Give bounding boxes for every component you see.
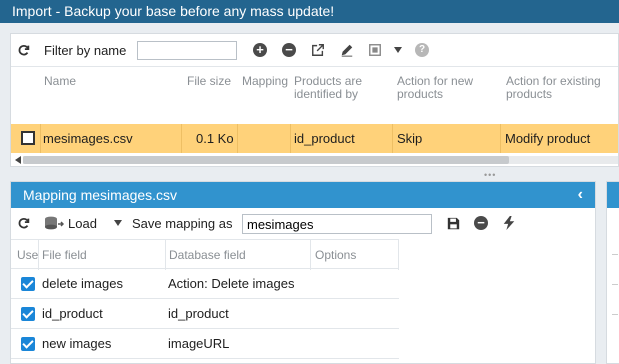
column-action-existing[interactable]: Action for existing products — [506, 75, 606, 101]
edit-pencil-icon — [341, 44, 353, 57]
delete-mapping-button[interactable]: − — [474, 208, 488, 238]
help-button[interactable]: ? — [415, 34, 429, 66]
column-identified-by[interactable]: Products are identified by — [294, 75, 379, 101]
cell-file-field: new images — [42, 336, 112, 351]
resize-grip[interactable]: ••• — [484, 170, 496, 180]
refresh-icon — [18, 44, 30, 56]
minus-circle-icon: − — [282, 43, 296, 57]
filter-label: Filter by name — [44, 42, 127, 58]
import-toolbar: Filter by name + − ? — [11, 34, 618, 66]
import-table-header: Name File size Mapping Products are iden… — [11, 66, 618, 124]
collapse-chevron-icon[interactable]: ‹ — [578, 186, 583, 204]
table-row[interactable]: mesimages.csv 0.1 Ko id_product Skip Mod… — [11, 124, 618, 153]
horizontal-scrollbar[interactable] — [13, 155, 618, 165]
mapping-panel: Mapping mesimages.csv ‹ Load Save mappin… — [10, 181, 596, 364]
save-disk-icon — [447, 217, 460, 229]
save-mapping-label: Save mapping as — [132, 215, 233, 231]
column-name[interactable]: Name — [44, 75, 76, 88]
cell-database-field: Action: Delete images — [168, 276, 295, 291]
cell-identified-by: id_product — [294, 131, 355, 146]
page-title-bar: Import - Backup your base before any mas… — [0, 0, 619, 23]
filter-input[interactable] — [137, 41, 237, 60]
load-label: Load — [68, 215, 97, 231]
load-database-icon — [45, 216, 64, 230]
cell-file-field: delete images — [42, 276, 123, 291]
cell-name: mesimages.csv — [43, 131, 133, 146]
column-action-new[interactable]: Action for new products — [397, 75, 487, 101]
import-files-panel: Filter by name + − ? Name File size Mapp… — [10, 33, 619, 167]
export-icon — [369, 44, 381, 56]
use-checkbox[interactable] — [21, 277, 35, 291]
table-row[interactable]: id_product id_product — [11, 299, 399, 329]
cell-database-field: imageURL — [168, 336, 230, 351]
add-file-button[interactable]: + — [253, 34, 267, 66]
caret-down-icon — [114, 220, 122, 226]
row-checkbox[interactable] — [21, 131, 35, 145]
minus-circle-icon: − — [474, 216, 488, 230]
mapping-panel-header: Mapping mesimages.csv ‹ — [11, 182, 595, 208]
open-external-button[interactable] — [311, 34, 325, 66]
question-circle-icon: ? — [415, 43, 429, 57]
side-panel-partial — [606, 181, 619, 364]
auto-map-button[interactable] — [503, 208, 515, 238]
mapping-name-input[interactable] — [242, 214, 432, 234]
edit-button[interactable] — [340, 34, 354, 66]
caret-down-icon — [394, 47, 402, 53]
column-database-field[interactable]: Database field — [169, 248, 246, 262]
refresh-icon — [18, 217, 30, 229]
column-file-field[interactable]: File field — [42, 248, 87, 262]
external-link-icon — [312, 44, 324, 56]
plus-circle-icon: + — [253, 43, 267, 57]
column-mapping[interactable]: Mapping — [242, 75, 288, 88]
lightning-icon — [503, 216, 515, 230]
mapping-panel-title: Mapping mesimages.csv — [23, 187, 178, 203]
column-file-size[interactable]: File size — [187, 75, 231, 88]
remove-file-button[interactable]: − — [282, 34, 296, 66]
cell-file-size: 0.1 Ko — [196, 131, 234, 146]
refresh-mapping-button[interactable] — [17, 208, 31, 238]
export-menu-button[interactable] — [368, 34, 382, 66]
cell-database-field: id_product — [168, 306, 229, 321]
use-checkbox[interactable] — [21, 337, 35, 351]
column-options[interactable]: Options — [315, 248, 356, 262]
scroll-left-arrow-icon[interactable] — [15, 156, 21, 164]
refresh-button[interactable] — [17, 34, 31, 66]
export-dropdown[interactable] — [394, 34, 402, 66]
use-checkbox[interactable] — [21, 307, 35, 321]
page-title: Import - Backup your base before any mas… — [12, 3, 335, 19]
cell-file-field: id_product — [42, 306, 103, 321]
cell-action-new: Skip — [397, 131, 423, 146]
scrollbar-thumb[interactable] — [23, 156, 509, 164]
column-use[interactable]: Use — [17, 248, 38, 262]
table-row[interactable]: delete images Action: Delete images — [11, 269, 399, 299]
mapping-table-header: Use File field Database field Options — [11, 239, 399, 270]
cell-action-existing: Modify product — [505, 131, 591, 146]
load-mapping-button[interactable]: Load — [44, 208, 97, 238]
save-mapping-button[interactable] — [447, 208, 460, 238]
table-row[interactable]: new images imageURL — [11, 329, 399, 359]
load-dropdown[interactable] — [114, 208, 122, 238]
side-panel-header — [607, 182, 619, 208]
